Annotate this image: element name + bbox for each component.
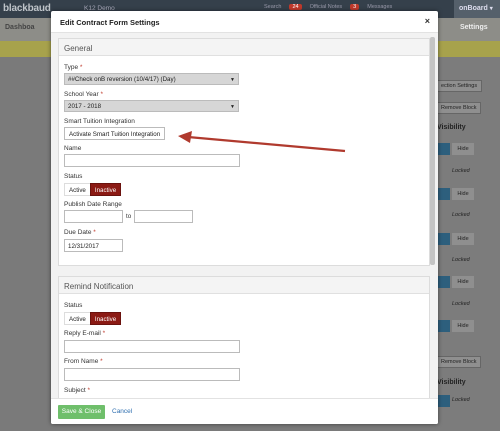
hide-button[interactable]: Hide: [452, 276, 474, 288]
locked-label: Locked: [452, 257, 470, 263]
name-input[interactable]: [64, 154, 240, 167]
status-inactive-button[interactable]: Inactive: [89, 183, 122, 196]
locked-label: Locked: [452, 168, 470, 174]
smart-tuition-label: Smart Tuition Integration: [64, 118, 135, 125]
remind-active-button[interactable]: Active: [64, 312, 90, 325]
from-name-input[interactable]: [64, 368, 240, 381]
save-close-button[interactable]: Save & Close: [58, 405, 105, 419]
publish-date-range-label: Publish Date Range: [64, 201, 122, 208]
onboard-menu[interactable]: onBoard: [454, 0, 500, 18]
remove-block-button[interactable]: Remove Block: [436, 356, 482, 368]
cancel-link[interactable]: Cancel: [112, 408, 132, 415]
chevron-down-icon: ▼: [230, 104, 235, 110]
close-icon[interactable]: ×: [425, 16, 430, 26]
app-logo: blackbaud: [3, 3, 51, 14]
chevron-down-icon: ▼: [230, 77, 235, 83]
dialog-footer: Save & Close Cancel: [51, 398, 438, 424]
hide-button[interactable]: Hide: [452, 233, 474, 245]
status-toggle: Active Inactive: [64, 183, 122, 196]
name-label: Name: [64, 145, 82, 152]
search-link[interactable]: Search: [264, 4, 281, 10]
type-label: Type *: [64, 64, 83, 71]
notes-badge: 24: [289, 4, 302, 10]
general-heading: General: [59, 39, 429, 56]
hide-button[interactable]: Hide: [452, 320, 474, 332]
general-panel: General Type * ##Check onB reversion (10…: [58, 38, 430, 266]
edit-contract-form-dialog: Edit Contract Form Settings × General Ty…: [51, 11, 438, 424]
dialog-title: Edit Contract Form Settings: [60, 18, 160, 27]
due-date-input[interactable]: 12/31/2017: [64, 239, 123, 252]
publish-start-input[interactable]: [64, 210, 123, 223]
activate-smart-tuition-button[interactable]: Activate Smart Tuition Integration: [64, 127, 166, 140]
remind-notification-panel: Remind Notification Status Active Inacti…: [58, 276, 430, 398]
hide-button[interactable]: Hide: [452, 188, 474, 200]
status-active-button[interactable]: Active: [64, 183, 90, 196]
subject-label: Subject *: [64, 387, 91, 394]
visibility-label: Visibility: [437, 124, 466, 131]
due-date-label: Due Date *: [64, 229, 96, 236]
visibility-label: Visibility: [437, 379, 466, 386]
type-select[interactable]: ##Check onB reversion (10/4/17) (Day) ▼: [64, 73, 239, 85]
section-settings-button[interactable]: ection Settings: [436, 80, 483, 92]
hide-button[interactable]: Hide: [452, 143, 474, 155]
app-top-links: Search 24 Official Notes 3 Messages: [264, 4, 392, 10]
remind-status-toggle: Active Inactive: [64, 312, 122, 325]
dialog-body[interactable]: General Type * ##Check onB reversion (10…: [51, 33, 438, 398]
messages-link[interactable]: Messages: [367, 4, 392, 10]
reply-email-input[interactable]: [64, 340, 240, 353]
messages-badge: 3: [350, 4, 360, 10]
remove-block-button[interactable]: Remove Block: [436, 102, 482, 114]
dialog-header: Edit Contract Form Settings ×: [51, 11, 438, 33]
locked-label: Locked: [452, 397, 470, 403]
dialog-scrollbar[interactable]: [430, 37, 435, 265]
dashboard-link[interactable]: Dashboa: [5, 24, 35, 31]
publish-to-text: to: [126, 213, 132, 220]
remind-heading: Remind Notification: [59, 277, 429, 294]
from-name-label: From Name *: [64, 358, 103, 365]
remind-inactive-button[interactable]: Inactive: [89, 312, 122, 325]
reply-email-label: Reply E-mail *: [64, 330, 106, 337]
settings-menu[interactable]: Settings: [460, 24, 488, 31]
remind-status-label: Status: [64, 302, 83, 309]
status-label: Status: [64, 173, 83, 180]
notes-link[interactable]: Official Notes: [310, 4, 343, 10]
locked-label: Locked: [452, 212, 470, 218]
locked-label: Locked: [452, 301, 470, 307]
school-year-select[interactable]: 2017 - 2018 ▼: [64, 100, 239, 112]
publish-end-input[interactable]: [134, 210, 193, 223]
school-year-label: School Year *: [64, 91, 104, 98]
